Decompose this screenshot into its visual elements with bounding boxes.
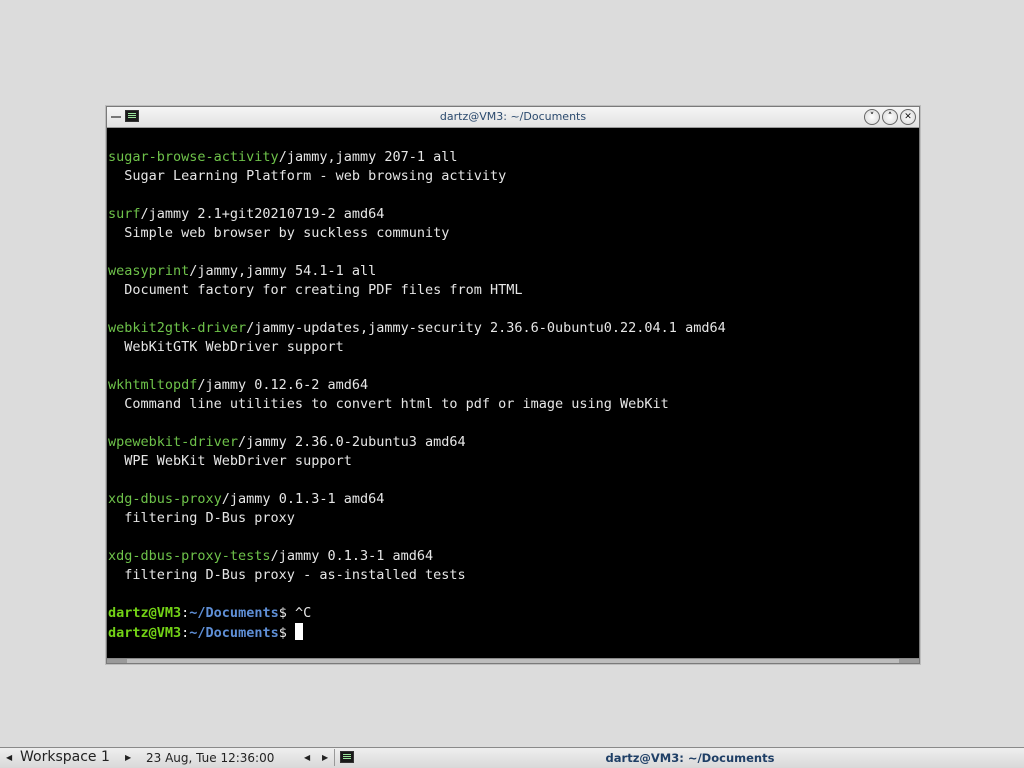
terminal-line: weasyprint/jammy,jammy 54.1-1 all [108,262,919,281]
terminal-window: dartz@VM3: ~/Documents ˅ ˄ ✕ sugar-brows… [106,106,920,664]
terminal-icon[interactable] [340,751,354,763]
task-prev-icon[interactable]: ◀ [304,753,310,762]
workspace-prev-icon[interactable]: ◀ [6,753,12,762]
terminal-line: webkit2gtk-driver/jammy-updates,jammy-se… [108,319,919,338]
terminal-line: filtering D-Bus proxy - as-installed tes… [108,566,919,585]
terminal-output[interactable]: sugar-browse-activity/jammy,jammy 207-1 … [107,128,919,659]
package-name: sugar-browse-activity [108,149,279,165]
terminal-line: WPE WebKit WebDriver support [108,452,919,471]
terminal-line: sugar-browse-activity/jammy,jammy 207-1 … [108,148,919,167]
terminal-line: Simple web browser by suckless community [108,224,919,243]
terminal-line: wkhtmltopdf/jammy 0.12.6-2 amd64 [108,376,919,395]
taskbar: ◀ Workspace 1 ▶ 23 Aug, Tue 12:36:00 ◀ ▶… [0,747,1024,768]
package-name: surf [108,206,141,222]
taskbar-divider [334,749,335,766]
package-details: /jammy 0.12.6-2 amd64 [197,377,369,393]
package-details: /jammy-updates,jammy-security 2.36.6-0ub… [246,320,726,336]
package-description: filtering D-Bus proxy - as-installed tes… [108,567,466,583]
package-details: /jammy 0.1.3-1 amd64 [221,491,385,507]
terminal-line: Sugar Learning Platform - web browsing a… [108,167,919,186]
package-name: wpewebkit-driver [108,434,239,450]
text-cursor [294,623,303,640]
clock: 23 Aug, Tue 12:36:00 [146,751,275,765]
maximize-icon[interactable]: ˄ [882,109,898,125]
prompt-path: ~/Documents [189,605,279,621]
workspace-next-icon[interactable]: ▶ [125,753,131,762]
package-description: Document factory for creating PDF files … [108,282,523,298]
package-name: weasyprint [108,263,190,279]
terminal-line: xdg-dbus-proxy/jammy 0.1.3-1 amd64 [108,490,919,509]
terminal-line: surf/jammy 2.1+git20210719-2 amd64 [108,205,919,224]
window-titlebar[interactable]: dartz@VM3: ~/Documents ˅ ˄ ✕ [107,107,919,128]
prompt-line: dartz@VM3:~/Documents$ ^C [108,604,919,623]
package-name: xdg-dbus-proxy [108,491,222,507]
prompt-input[interactable]: ^C [295,605,311,621]
prompt-user: dartz@VM3 [108,605,182,621]
package-details: /jammy 2.1+git20210719-2 amd64 [140,206,385,222]
minimize-icon[interactable]: ˅ [864,109,880,125]
package-details: /jammy,jammy 207-1 all [278,149,458,165]
package-name: webkit2gtk-driver [108,320,247,336]
prompt-path: ~/Documents [189,625,279,641]
window-bottom-border[interactable] [107,658,919,663]
package-name: wkhtmltopdf [108,377,198,393]
terminal-line: xdg-dbus-proxy-tests/jammy 0.1.3-1 amd64 [108,547,919,566]
package-details: /jammy,jammy 54.1-1 all [189,263,377,279]
package-name: xdg-dbus-proxy-tests [108,548,271,564]
package-description: filtering D-Bus proxy [108,510,295,526]
package-description: WPE WebKit WebDriver support [108,453,352,469]
terminal-line: Document factory for creating PDF files … [108,281,919,300]
prompt-line: dartz@VM3:~/Documents$ [108,623,919,642]
prompt-dollar: $ [278,605,295,621]
terminal-line: wpewebkit-driver/jammy 2.36.0-2ubuntu3 a… [108,433,919,452]
workspace-label[interactable]: Workspace 1 [20,749,110,765]
package-details: /jammy 2.36.0-2ubuntu3 amd64 [238,434,466,450]
window-buttons: ˅ ˄ ✕ [864,109,916,125]
package-description: Sugar Learning Platform - web browsing a… [108,168,507,184]
window-title: dartz@VM3: ~/Documents [439,110,587,123]
package-description: Simple web browser by suckless community [108,225,450,241]
package-description: Command line utilities to convert html t… [108,396,669,412]
resize-grip-right[interactable] [899,659,919,663]
close-icon[interactable]: ✕ [900,109,916,125]
terminal-line: filtering D-Bus proxy [108,509,919,528]
taskbar-task-terminal[interactable]: dartz@VM3: ~/Documents [356,751,1024,765]
terminal-line: WebKitGTK WebDriver support [108,338,919,357]
prompt-user: dartz@VM3 [108,625,182,641]
package-description: WebKitGTK WebDriver support [108,339,344,355]
resize-grip-left[interactable] [107,659,127,663]
task-next-icon[interactable]: ▶ [322,753,328,762]
terminal-line: Command line utilities to convert html t… [108,395,919,414]
prompt-dollar: $ [278,625,295,641]
package-details: /jammy 0.1.3-1 amd64 [270,548,434,564]
